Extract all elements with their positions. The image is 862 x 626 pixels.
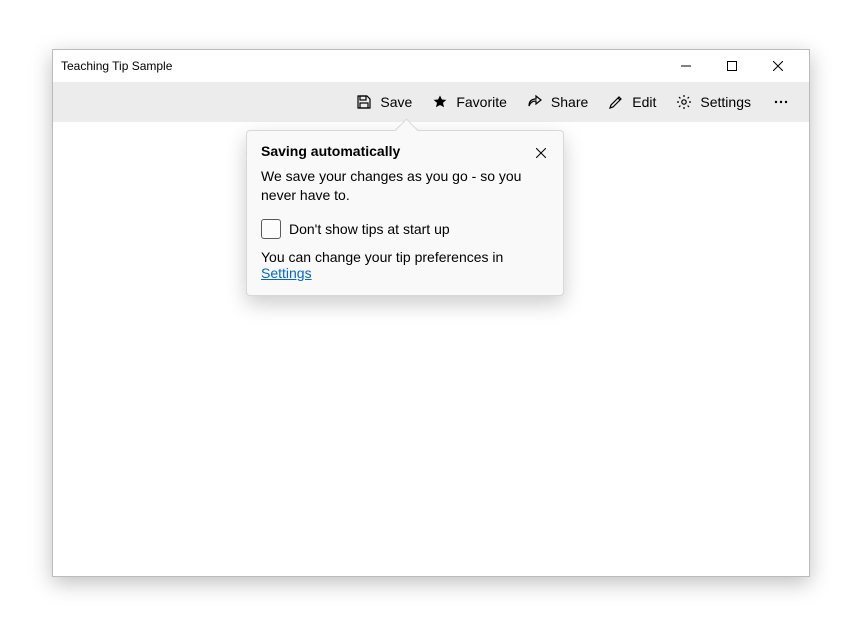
save-icon	[356, 94, 372, 110]
share-label: Share	[551, 94, 588, 110]
teaching-tip-title: Saving automatically	[261, 143, 529, 159]
teaching-tip-subtitle: We save your changes as you go - so you …	[261, 167, 549, 205]
command-bar: Save Favorite Share Edit	[53, 82, 809, 122]
share-icon	[527, 94, 543, 110]
star-icon	[432, 94, 448, 110]
settings-label: Settings	[700, 94, 751, 110]
settings-link[interactable]: Settings	[261, 265, 312, 281]
favorite-label: Favorite	[456, 94, 507, 110]
teaching-tip-close-button[interactable]	[529, 141, 553, 165]
teaching-tip-footer: You can change your tip preferences in S…	[261, 249, 549, 281]
save-button[interactable]: Save	[346, 84, 422, 120]
close-button[interactable]	[755, 50, 801, 82]
maximize-button[interactable]	[709, 50, 755, 82]
more-button[interactable]	[761, 84, 801, 120]
window-controls	[663, 50, 801, 82]
window-title: Teaching Tip Sample	[61, 59, 663, 73]
checkbox-label: Don't show tips at start up	[289, 221, 450, 237]
checkbox-box-icon	[261, 219, 281, 239]
teaching-tip-header: Saving automatically	[261, 143, 549, 165]
save-label: Save	[380, 94, 412, 110]
footer-text-prefix: You can change your tip preferences in	[261, 249, 503, 265]
settings-button[interactable]: Settings	[666, 84, 761, 120]
dont-show-checkbox[interactable]: Don't show tips at start up	[261, 219, 549, 239]
more-icon	[773, 94, 789, 110]
edit-button[interactable]: Edit	[598, 84, 666, 120]
close-icon	[773, 59, 783, 74]
share-button[interactable]: Share	[517, 84, 598, 120]
edit-label: Edit	[632, 94, 656, 110]
gear-icon	[676, 94, 692, 110]
app-window: Teaching Tip Sample	[52, 49, 810, 577]
maximize-icon	[727, 59, 737, 74]
edit-icon	[608, 94, 624, 110]
favorite-button[interactable]: Favorite	[422, 84, 517, 120]
minimize-icon	[681, 59, 691, 74]
close-icon	[536, 146, 546, 161]
titlebar: Teaching Tip Sample	[53, 50, 809, 82]
teaching-tip: Saving automatically We save your change…	[246, 130, 564, 296]
teaching-tip-body: Don't show tips at start up You can chan…	[261, 219, 549, 281]
minimize-button[interactable]	[663, 50, 709, 82]
